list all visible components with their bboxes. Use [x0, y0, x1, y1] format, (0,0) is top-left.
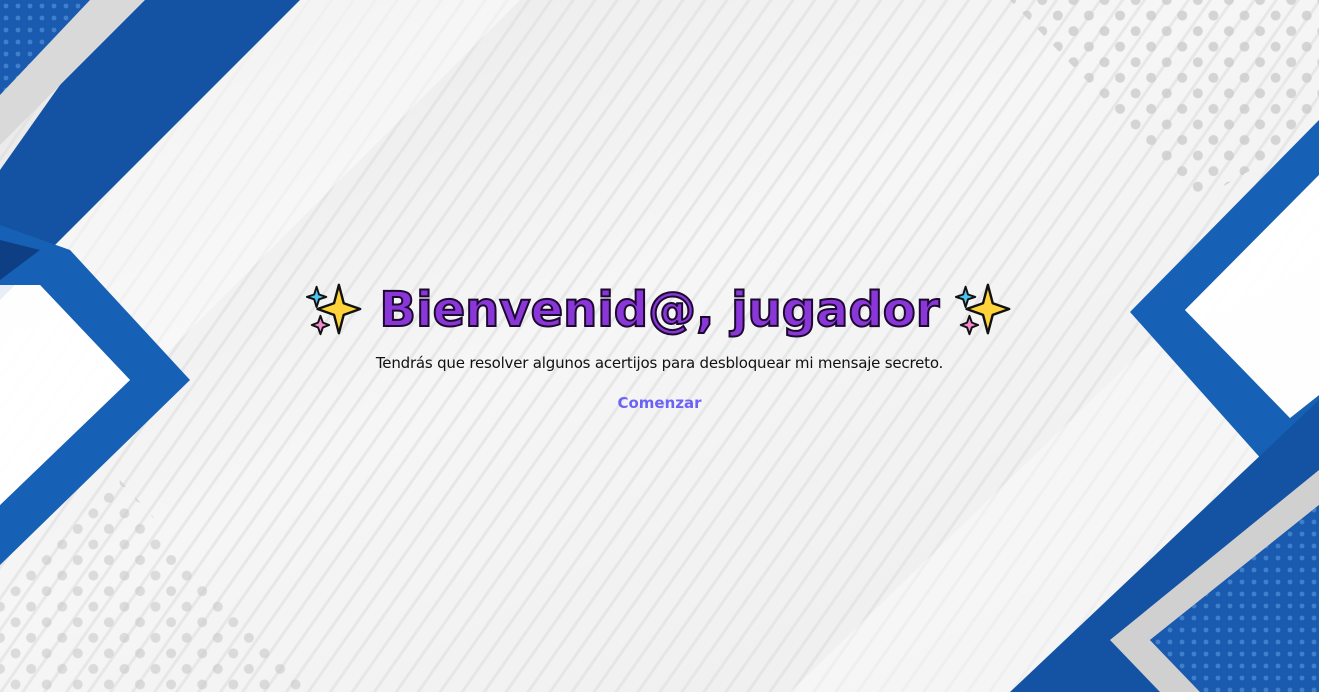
subtitle-text: Tendrás que resolver algunos acertijos p… — [375, 354, 944, 372]
sparkles-icon — [955, 283, 1011, 336]
page-title: Bienvenid@, jugador — [379, 281, 941, 339]
sparkles-icon — [305, 283, 361, 336]
title-row: Bienvenid@, jugador — [0, 276, 1319, 344]
welcome-screen: Bienvenid@, jugador Tendrás que resolver… — [0, 0, 1319, 692]
start-link[interactable]: Comenzar — [0, 392, 1319, 414]
